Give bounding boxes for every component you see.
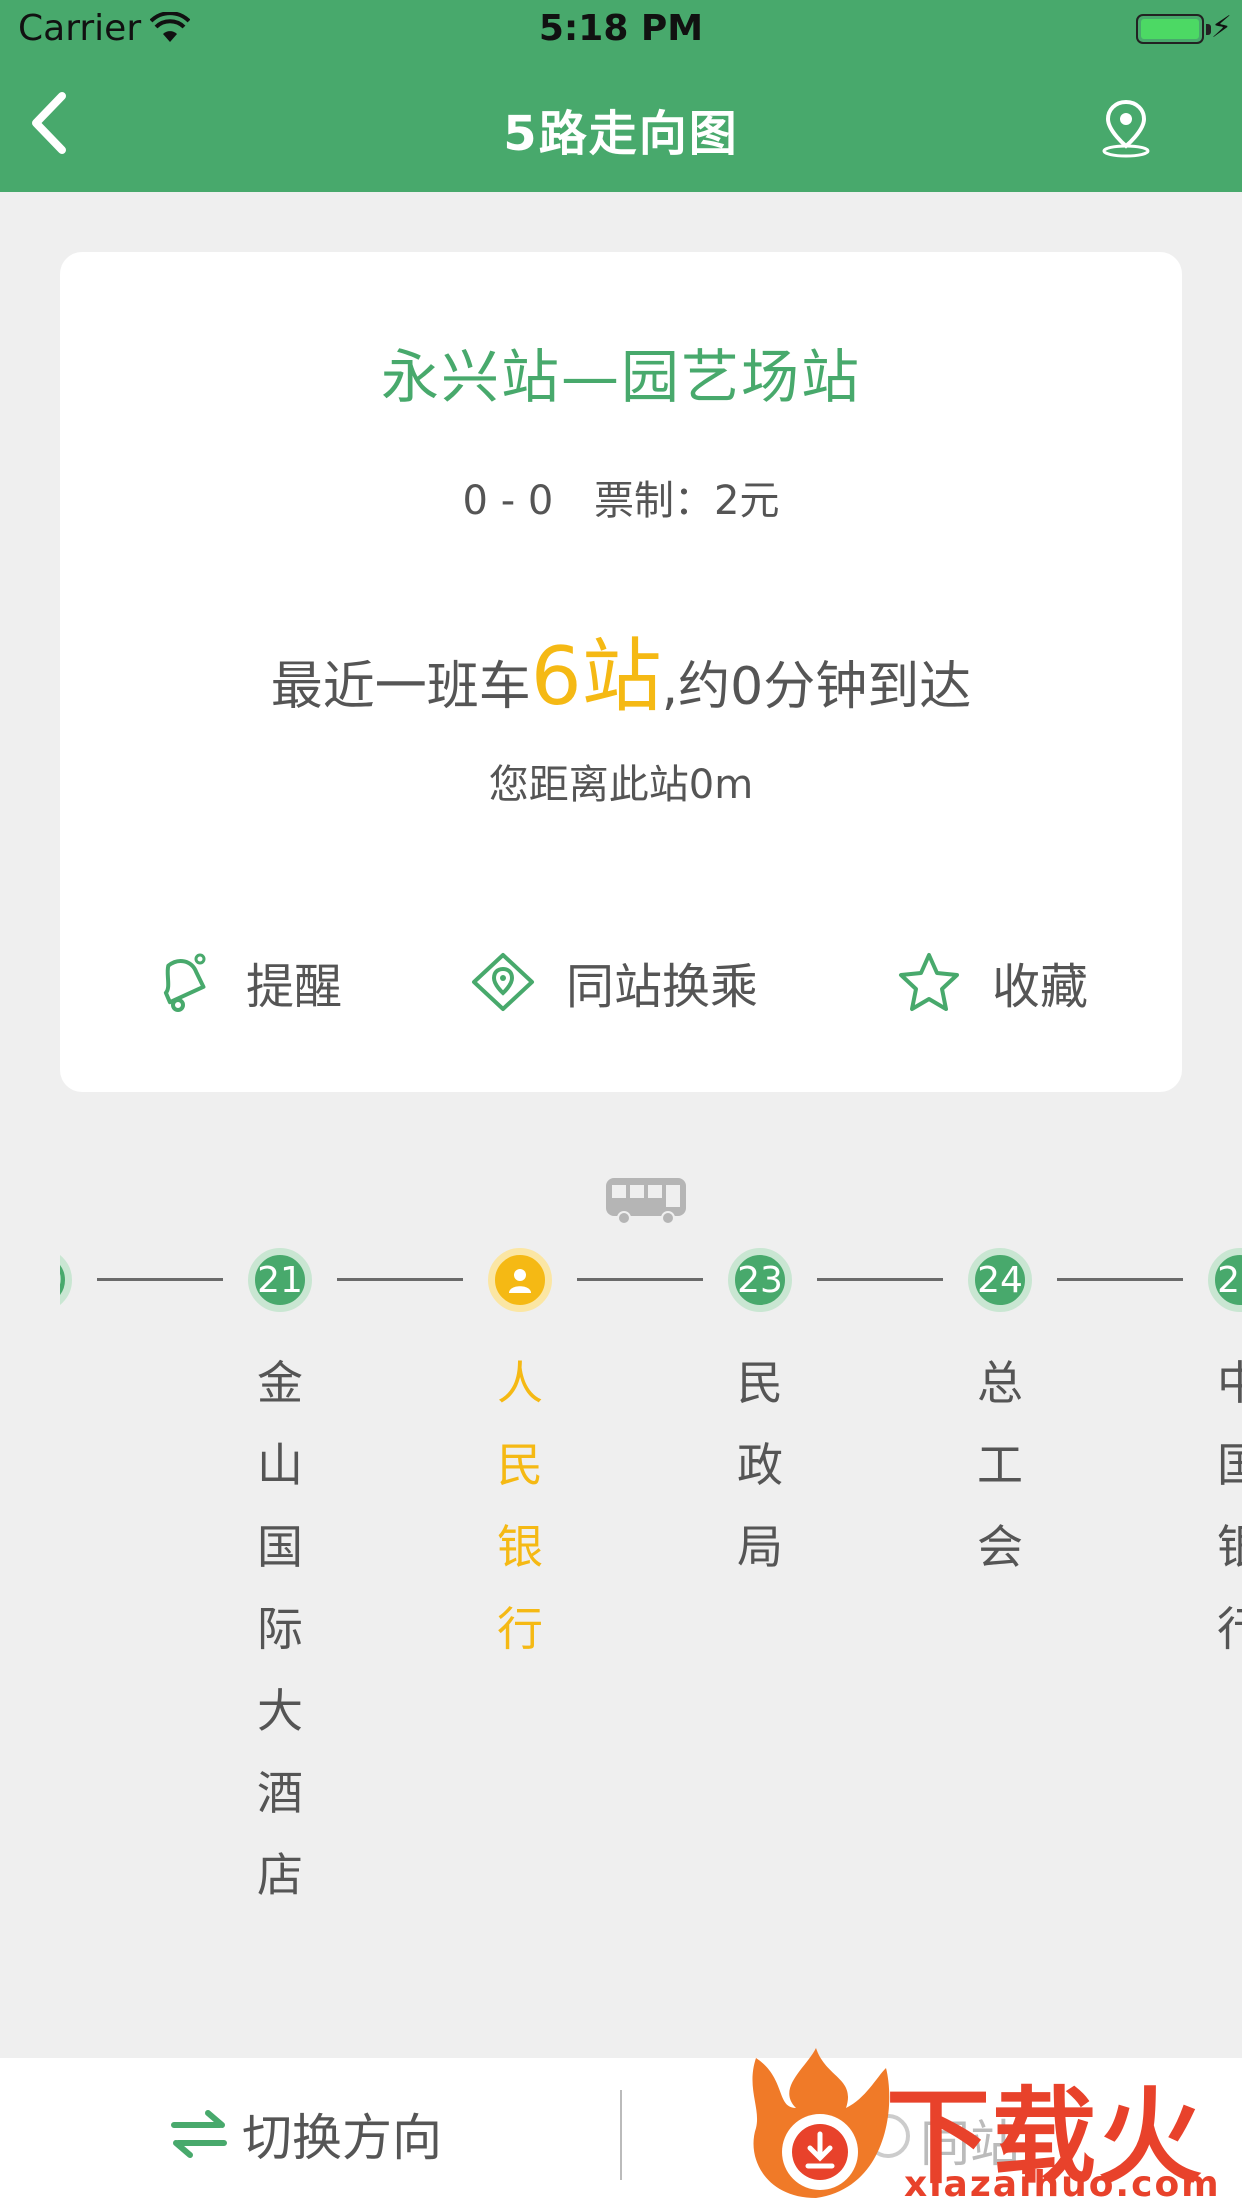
transfer-label: 同站换乘 [566, 959, 759, 1015]
user-icon [509, 1269, 531, 1293]
stop-number: 21 [257, 1259, 303, 1301]
favorite-button[interactable]: 收藏 [896, 932, 1088, 1032]
stop-name[interactable]: 中国银行 [1208, 1342, 1242, 1670]
route-connector [1057, 1278, 1183, 1281]
stop-marker[interactable]: 23 [728, 1248, 792, 1312]
watermark-domain: xiazaihuo.com [904, 2164, 1221, 2205]
stop-name[interactable]: 人民银行 [488, 1342, 552, 1670]
stop-number: 24 [977, 1259, 1023, 1301]
distance-label: 您距离此站0m [488, 762, 754, 808]
stop-marker[interactable]: 25 [1208, 1248, 1242, 1312]
watermark-logo: 下载火 xiazaihuo.com [736, 2048, 1242, 2208]
arrival-suffix: ,约0分钟到达 [661, 657, 972, 717]
switch-direction-button[interactable]: 切换方向 [170, 2094, 442, 2174]
route-connector [817, 1278, 943, 1281]
arrival-info: 最近一班车6站,约0分钟到达 [60, 612, 1182, 728]
fare-label: 票制：2元 [594, 478, 780, 524]
status-time: 5:18 PM [538, 8, 704, 49]
star-icon [899, 953, 959, 1011]
route-connector [337, 1278, 463, 1281]
arrival-stops: 6站 [530, 630, 662, 723]
service-time: 0 - 0 [462, 478, 554, 524]
transfer-location-icon [472, 953, 534, 1011]
page-title: 5路走向图 [503, 106, 739, 162]
stop-number: 23 [737, 1259, 783, 1301]
stop-number: 25 [1217, 1259, 1242, 1301]
fare-row: 0 - 0 票制：2元 [60, 468, 1182, 526]
route-endpoints: 永兴站—园艺场站 [380, 343, 861, 411]
status-bar: Carrier 5:18 PM ⚡ [0, 0, 1242, 60]
stop-number: 20 [60, 1260, 63, 1301]
location-pin-icon[interactable] [1098, 98, 1154, 158]
route-connector [97, 1278, 223, 1281]
stop-name[interactable]: 金山国际大酒店 [248, 1342, 312, 1916]
stop-marker[interactable]: 21 [248, 1248, 312, 1312]
stop-name[interactable]: 总工会 [968, 1342, 1032, 1588]
stop-name[interactable]: 民政局 [728, 1342, 792, 1588]
card-actions: 提醒 同站换乘 收藏 [60, 932, 1182, 1032]
route-connector [577, 1278, 703, 1281]
same-station-transfer-button[interactable]: 同站换乘 [470, 932, 758, 1032]
switch-direction-label: 切换方向 [242, 2109, 442, 2167]
arrival-prefix: 最近一班车 [270, 657, 531, 717]
charging-icon: ⚡ [1210, 10, 1232, 45]
swap-arrows-icon [171, 2110, 227, 2158]
route-info-card: 永兴站—园艺场站 0 - 0 票制：2元 最近一班车6站,约0分钟到达 您距离此… [60, 252, 1182, 1092]
stop-marker[interactable]: 20 [60, 1248, 72, 1312]
remind-label: 提醒 [246, 959, 343, 1015]
bottom-divider [620, 2090, 622, 2180]
current-stop-marker[interactable] [488, 1248, 552, 1312]
stop-marker[interactable]: 24 [968, 1248, 1032, 1312]
battery-icon [1136, 14, 1204, 44]
bus-icon [606, 1178, 686, 1225]
favorite-label: 收藏 [992, 959, 1089, 1015]
nav-bar: 5路走向图 [0, 60, 1242, 192]
line-map: 20 21 金山国际大酒店 人民银行 23 民政局 24 总工会 25 中国银行 [60, 1230, 1242, 1930]
bell-icon [163, 953, 206, 1012]
remind-button[interactable]: 提醒 [150, 932, 342, 1032]
flame-logo-icon [752, 2048, 890, 2198]
